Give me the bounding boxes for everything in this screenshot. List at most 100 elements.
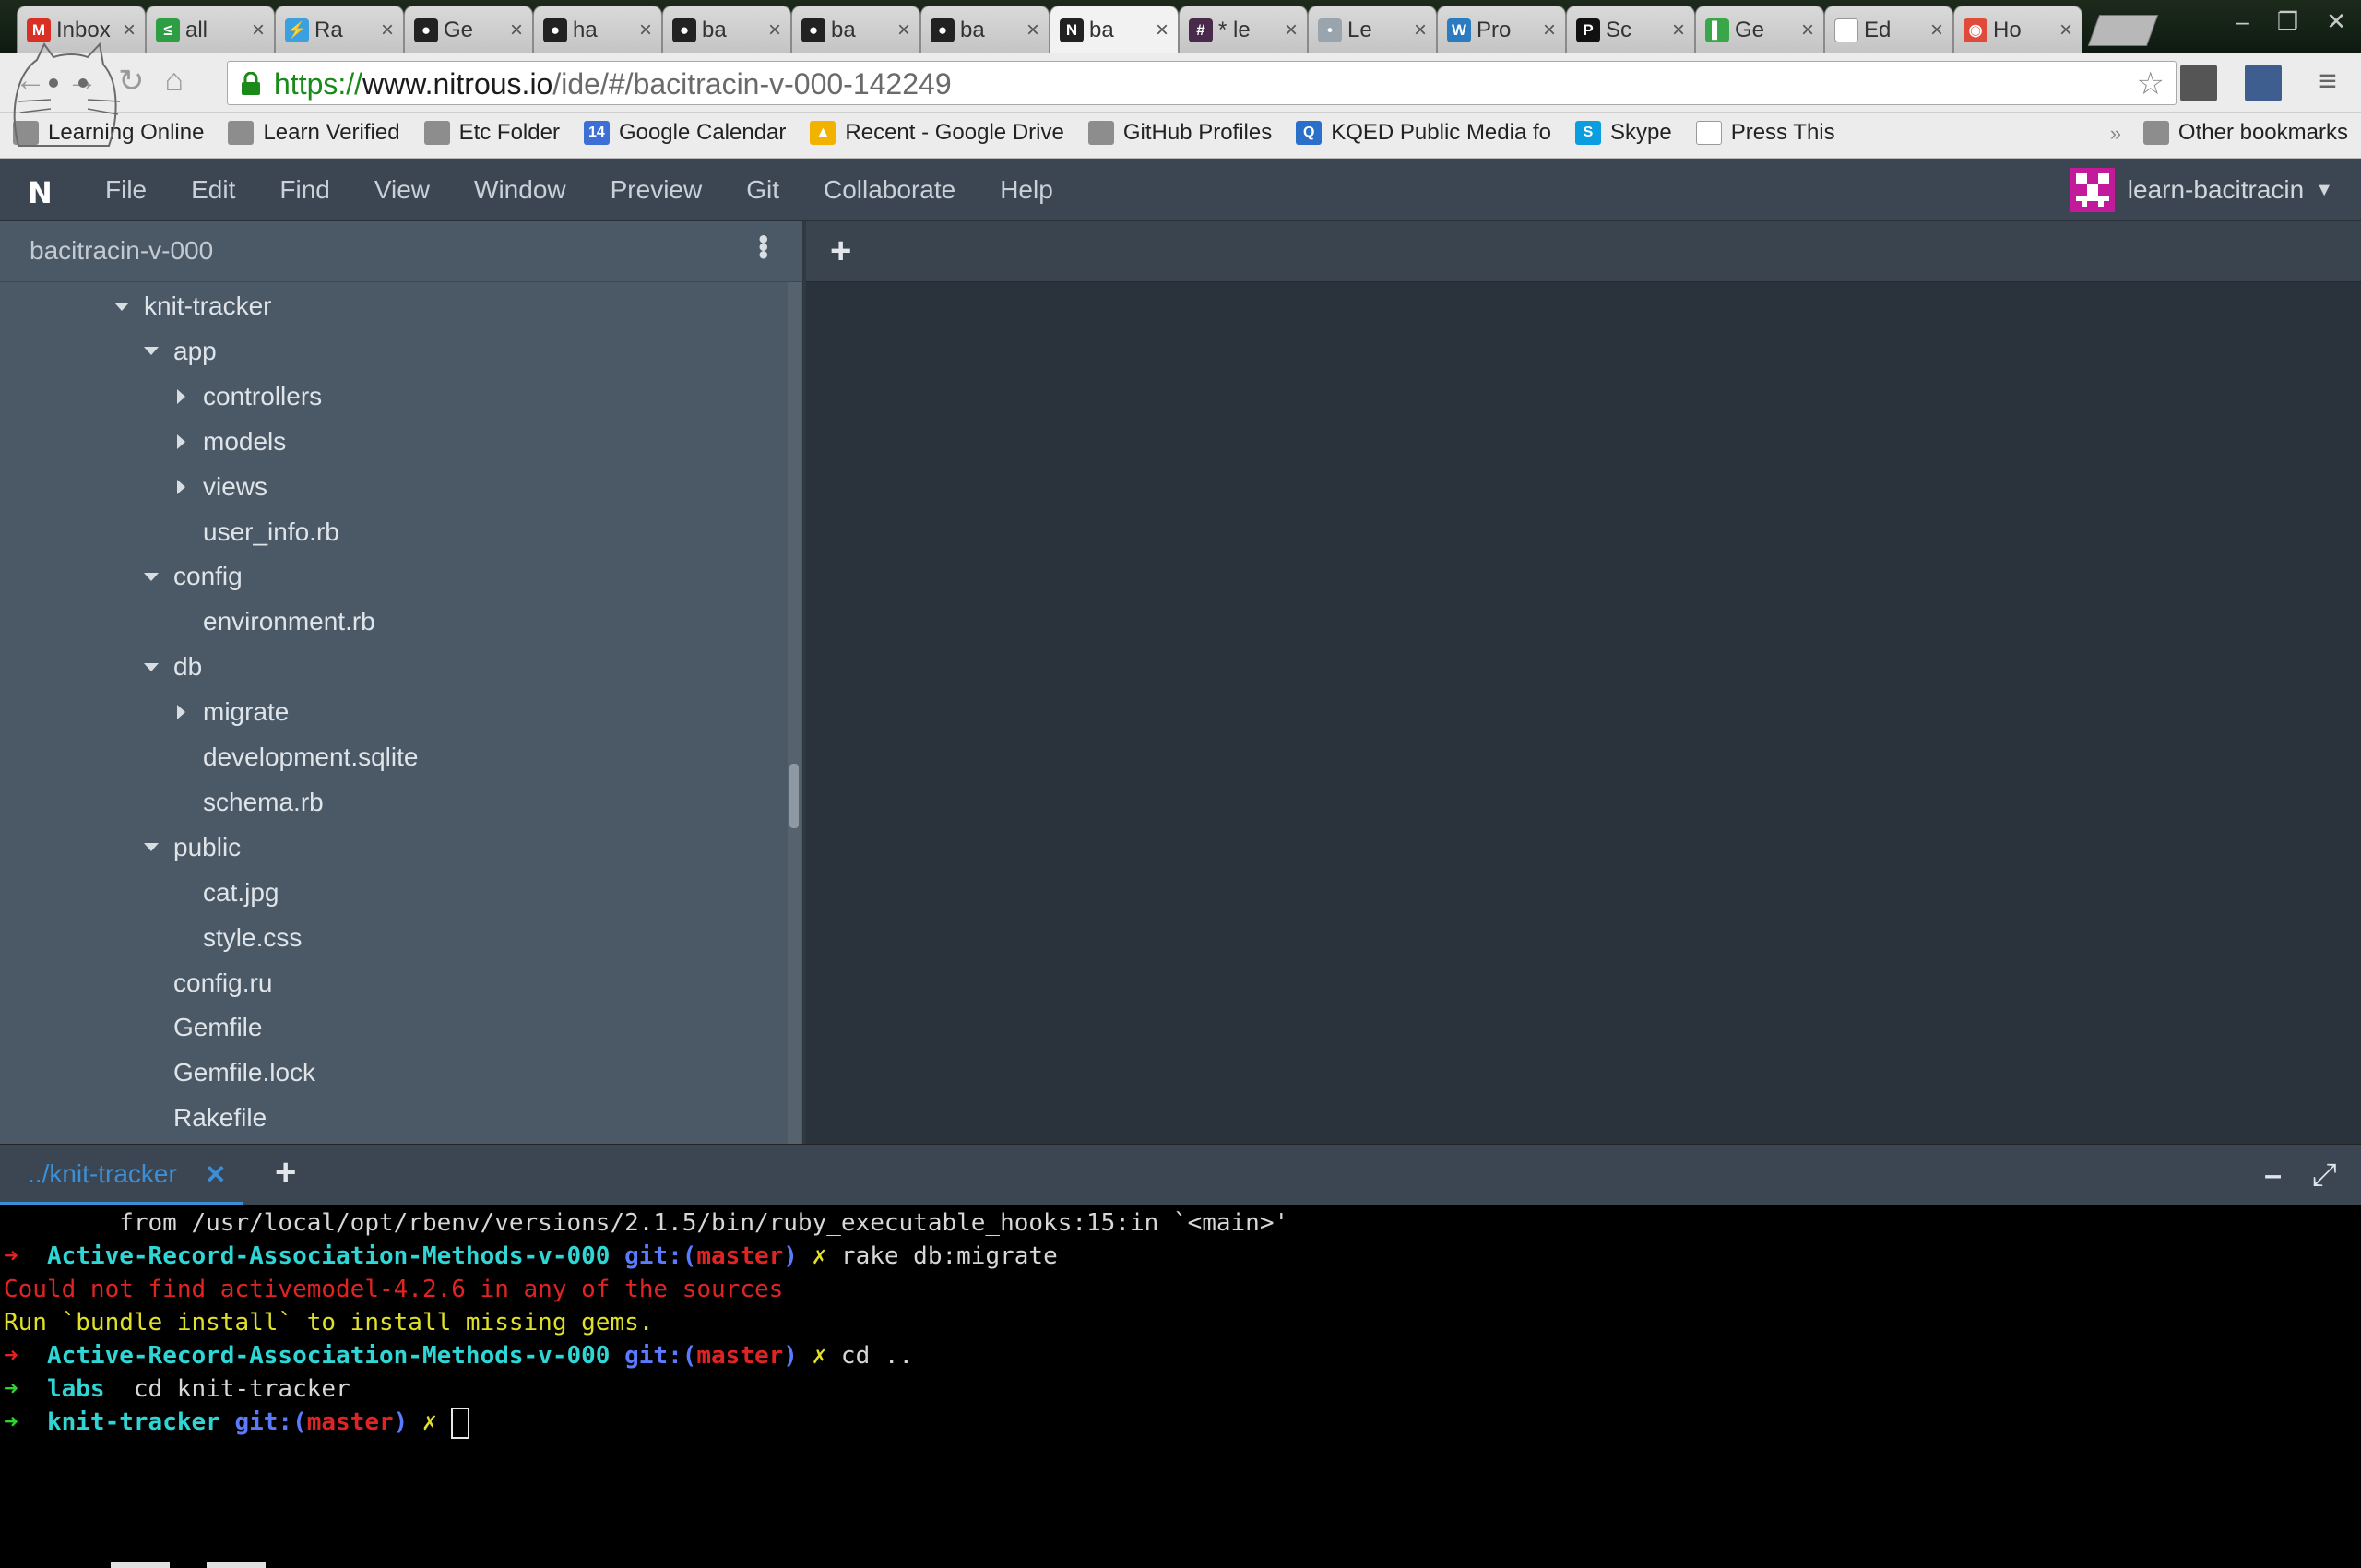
file-item[interactable]: environment.rb <box>172 601 375 642</box>
close-tab-icon[interactable]: × <box>1026 18 1039 43</box>
expanded-arrow-icon[interactable] <box>142 342 160 361</box>
menu-git[interactable]: Git <box>746 175 779 205</box>
folder-item[interactable]: public <box>142 827 241 868</box>
menu-window[interactable]: Window <box>474 175 566 205</box>
folder-item[interactable]: config <box>142 556 243 597</box>
file-item[interactable]: cat.jpg <box>172 873 279 913</box>
expanded-arrow-icon[interactable] <box>142 838 160 857</box>
new-tab-button[interactable] <box>2087 15 2159 46</box>
file-item[interactable]: Rakefile <box>142 1098 267 1138</box>
close-tab-icon[interactable]: × <box>1543 18 1556 43</box>
file-item[interactable]: schema.rb <box>172 782 324 823</box>
browser-tab[interactable]: ≤ all × <box>146 6 275 53</box>
menu-help[interactable]: Help <box>1000 175 1053 205</box>
menu-collaborate[interactable]: Collaborate <box>824 175 955 205</box>
new-terminal-plus-icon[interactable]: + <box>275 1152 296 1194</box>
close-tab-icon[interactable]: × <box>252 18 265 43</box>
home-icon[interactable]: ⌂ <box>165 63 184 100</box>
menu-view[interactable]: View <box>374 175 430 205</box>
close-tab-icon[interactable]: × <box>639 18 652 43</box>
close-tab-icon[interactable]: × <box>1930 18 1943 43</box>
folder-item[interactable]: migrate <box>172 692 289 732</box>
kebab-menu-icon[interactable]: ••• <box>747 234 778 258</box>
file-item[interactable]: development.sqlite <box>172 737 418 778</box>
bookmark-item[interactable]: Etc Folder <box>423 120 560 146</box>
bookmark-item[interactable]: Q KQED Public Media fo <box>1296 120 1551 146</box>
menu-file[interactable]: File <box>105 175 147 205</box>
expanded-arrow-icon[interactable] <box>113 297 131 315</box>
extension-film-icon[interactable] <box>2180 65 2217 101</box>
menu-find[interactable]: Find <box>279 175 329 205</box>
browser-tab[interactable]: ● ba × <box>662 6 791 53</box>
file-item[interactable]: config.ru <box>142 963 272 1004</box>
bookmark-item[interactable]: Press This <box>1695 120 1835 146</box>
folder-item[interactable]: app <box>142 331 217 372</box>
close-tab-icon[interactable]: × <box>381 18 394 43</box>
terminal-output[interactable]: from /usr/local/opt/rbenv/versions/2.1.5… <box>0 1205 2361 1568</box>
browser-tab[interactable]: • Le × <box>1308 6 1437 53</box>
address-bar[interactable]: https://www.nitrous.io/ide/#/bacitracin-… <box>227 61 2177 105</box>
folder-item[interactable]: db <box>142 647 202 687</box>
browser-tab[interactable]: ● Ge × <box>404 6 533 53</box>
translate-extension-icon[interactable] <box>2245 65 2282 101</box>
bookmark-item[interactable]: 14 Google Calendar <box>583 120 786 146</box>
menu-edit[interactable]: Edit <box>191 175 235 205</box>
browser-tab[interactable]: ● ha × <box>533 6 662 53</box>
user-menu[interactable]: learn-bacitracin ▼ <box>2070 168 2333 212</box>
maximize-terminal-icon[interactable]: ⤢ <box>2312 1158 2337 1194</box>
file-tree-scrollbar[interactable] <box>788 282 801 1144</box>
file-item[interactable]: Gemfile <box>142 1007 262 1048</box>
file-item[interactable]: user_info.rb <box>172 512 339 552</box>
close-tab-icon[interactable]: × <box>2059 18 2072 43</box>
other-bookmarks[interactable]: Other bookmarks <box>2142 120 2348 146</box>
folder-item[interactable]: knit-tracker <box>113 286 271 327</box>
close-terminal-tab-icon[interactable]: ✕ <box>205 1159 226 1190</box>
close-tab-icon[interactable]: × <box>1672 18 1685 43</box>
browser-tab[interactable]: ⚡ Ra × <box>275 6 404 53</box>
folder-item[interactable]: models <box>172 422 286 462</box>
collapsed-arrow-icon[interactable] <box>172 478 190 496</box>
close-tab-icon[interactable]: × <box>1414 18 1427 43</box>
browser-tab[interactable]: ▌ Ge × <box>1695 6 1824 53</box>
chrome-menu-icon[interactable]: ≡ <box>2309 65 2346 101</box>
close-tab-icon[interactable]: × <box>1156 18 1169 43</box>
terminal-tab[interactable]: ../knit-tracker ✕ <box>0 1145 243 1206</box>
restore-window-icon[interactable]: ❐ <box>2277 7 2298 36</box>
nitrous-logo-icon[interactable]: N <box>28 175 53 210</box>
menu-preview[interactable]: Preview <box>611 175 703 205</box>
close-tab-icon[interactable]: × <box>1285 18 1298 43</box>
close-window-icon[interactable]: ✕ <box>2326 7 2346 36</box>
expanded-arrow-icon[interactable] <box>142 658 160 676</box>
browser-tab[interactable]: W Pro × <box>1437 6 1566 53</box>
bookmark-item[interactable]: GitHub Profiles <box>1087 120 1272 146</box>
browser-tab[interactable]: Nba × <box>1050 6 1179 53</box>
expanded-arrow-icon[interactable] <box>142 567 160 586</box>
minimize-terminal-icon[interactable]: – <box>2264 1158 2282 1194</box>
collapsed-arrow-icon[interactable] <box>172 433 190 451</box>
close-tab-icon[interactable]: × <box>897 18 910 43</box>
bookmark-item[interactable]: Learn Verified <box>228 120 400 146</box>
bookmark-star-icon[interactable]: ☆ <box>2137 65 2165 102</box>
close-tab-icon[interactable]: × <box>768 18 781 43</box>
browser-tab[interactable]: ● ba × <box>791 6 920 53</box>
file-tree-scroll-thumb[interactable] <box>789 764 799 828</box>
folder-item[interactable]: views <box>172 467 267 507</box>
browser-tab[interactable]: Ed × <box>1824 6 1953 53</box>
browser-tab[interactable]: ● ba × <box>920 6 1050 53</box>
browser-tab[interactable]: # * le × <box>1179 6 1308 53</box>
folder-item[interactable]: controllers <box>172 376 322 417</box>
bookmark-item[interactable]: S Skype <box>1575 120 1672 146</box>
close-tab-icon[interactable]: × <box>123 18 136 43</box>
new-editor-tab-plus-icon[interactable]: + <box>830 231 851 272</box>
collapsed-arrow-icon[interactable] <box>172 387 190 406</box>
file-item[interactable]: style.css <box>172 918 302 958</box>
bookmark-item[interactable]: ▲ Recent - Google Drive <box>810 120 1064 146</box>
collapsed-arrow-icon[interactable] <box>172 703 190 721</box>
browser-tab[interactable]: ◉ Ho × <box>1953 6 2082 53</box>
file-item[interactable]: Gemfile.lock <box>142 1052 315 1093</box>
minimize-window-icon[interactable]: – <box>2236 7 2248 36</box>
close-tab-icon[interactable]: × <box>510 18 523 43</box>
close-tab-icon[interactable]: × <box>1801 18 1814 43</box>
browser-tab[interactable]: P Sc × <box>1566 6 1695 53</box>
bookmarks-overflow-chevron[interactable]: » <box>2110 122 2121 146</box>
